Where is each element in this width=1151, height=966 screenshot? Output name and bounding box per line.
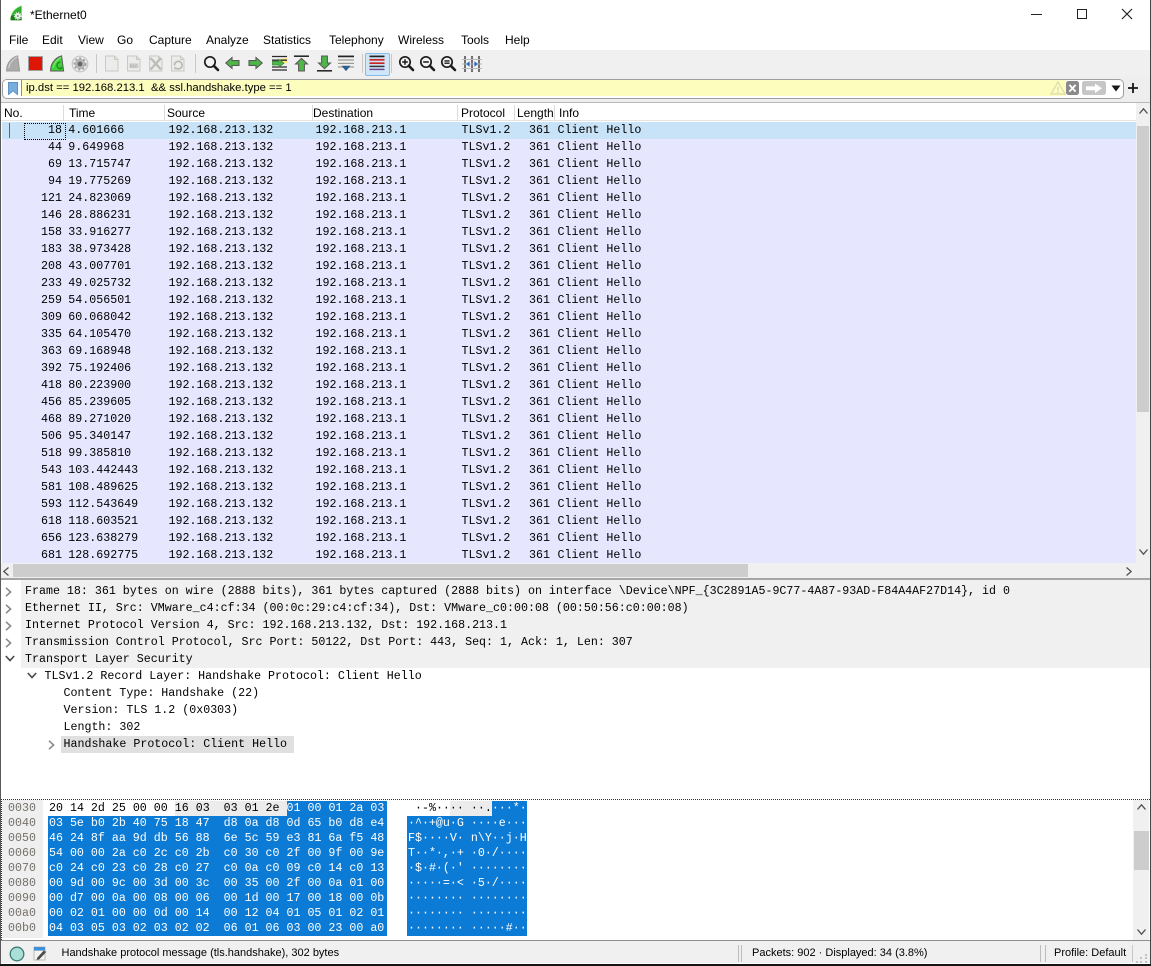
svg-text:010: 010 xyxy=(130,63,138,68)
